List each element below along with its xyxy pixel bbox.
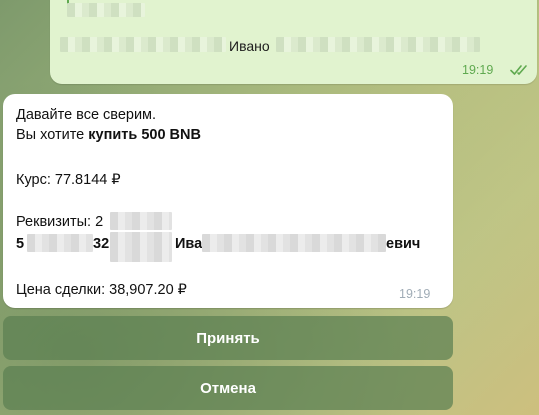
cancel-button[interactable]: Отмена xyxy=(3,366,453,410)
redacted-text xyxy=(202,234,386,252)
buy-prefix: Вы хотите xyxy=(16,127,89,143)
redacted-text xyxy=(110,232,172,262)
holder-end: евич xyxy=(386,236,421,252)
redacted-text xyxy=(27,234,93,252)
message-time: 19:19 xyxy=(399,287,431,301)
rate-text: Курс: 77.8144 ₽ xyxy=(16,172,121,188)
buy-summary: Вы хотите купить 500 BNB xyxy=(16,127,201,143)
buy-amount: купить 500 BNB xyxy=(88,127,201,143)
details-label: Реквизиты: 2 xyxy=(16,214,104,230)
message-time: 19:19 xyxy=(462,63,494,77)
redacted-text xyxy=(110,212,172,230)
price-text: Цена сделки: 38,907.20 ₽ xyxy=(16,282,187,298)
message-text: Ивано xyxy=(229,38,270,54)
holder-first: Ива xyxy=(175,236,203,252)
redacted-text xyxy=(276,37,480,52)
incoming-message[interactable]: Давайте все сверим. Вы хотите купить 500… xyxy=(3,94,453,308)
outgoing-message[interactable]: Ивано 19:19 xyxy=(50,0,537,84)
redacted-text xyxy=(67,3,145,17)
account-start: 5 xyxy=(16,236,25,252)
redacted-text xyxy=(60,37,226,52)
greeting-text: Давайте все сверим. xyxy=(16,107,157,123)
accept-button[interactable]: Принять xyxy=(3,316,453,360)
account-mid: 32 xyxy=(93,236,110,252)
double-check-icon xyxy=(510,65,527,75)
